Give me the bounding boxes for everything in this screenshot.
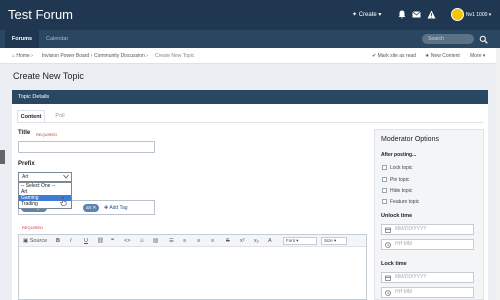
notifications-bell-icon[interactable] — [398, 10, 406, 19]
code-icon[interactable]: <> — [124, 238, 130, 244]
size-label: Size — [324, 238, 333, 243]
breadcrumb-current: Create New Topic — [155, 53, 195, 59]
search-input[interactable]: Search — [422, 34, 474, 44]
unlock-time-label: Unlock time — [381, 213, 413, 219]
pin-topic-label: Pin topic — [390, 177, 410, 183]
align-right-icon[interactable]: ≡ — [211, 238, 214, 244]
side-drawer-handle[interactable] — [0, 150, 5, 164]
create-label: Create — [358, 12, 377, 18]
calendar-icon — [385, 275, 391, 281]
breadcrumb-home-label: Home — [16, 53, 30, 59]
quote-icon[interactable]: ❝ — [111, 238, 114, 244]
lock-time-label: Lock time — [381, 261, 407, 267]
source-label: Source — [29, 238, 48, 244]
reports-warning-icon[interactable] — [427, 10, 436, 19]
create-button[interactable]: ✦ Create ▾ — [352, 11, 381, 18]
tab-divider — [17, 122, 483, 123]
breadcrumb-board-label: Invision Power Board — [42, 53, 90, 59]
clock-icon — [385, 290, 391, 296]
tag-art[interactable]: art ✕ — [83, 204, 100, 212]
page-title: Create New Topic — [13, 71, 84, 81]
source-button[interactable]: ▣ Source — [23, 238, 47, 244]
lock-topic-label: Lock topic — [390, 165, 413, 171]
title-input[interactable] — [18, 141, 155, 153]
feature-topic-checkbox[interactable] — [382, 199, 387, 204]
breadcrumb-home[interactable]: ⌂ Home › — [12, 53, 33, 59]
add-tag-label: Add Tag — [109, 205, 128, 211]
text-color-icon[interactable]: A — [268, 238, 272, 244]
hand-cursor-icon — [60, 197, 67, 206]
emoji-icon[interactable]: ☺ — [139, 238, 145, 244]
search-icon[interactable] — [479, 35, 488, 44]
more-label: More — [470, 53, 482, 59]
font-dropdown[interactable]: Font ▾ — [283, 237, 317, 245]
font-label: Font — [286, 238, 296, 243]
user-menu[interactable]: Nv1 1000 ▾ — [466, 12, 491, 18]
feature-topic-label: Feature topic — [390, 199, 420, 205]
size-dropdown[interactable]: Size ▾ — [321, 237, 347, 245]
site-title[interactable]: Test Forum — [8, 7, 73, 22]
title-label: Title — [18, 130, 31, 136]
nav-tab-forums[interactable]: Forums — [5, 30, 39, 48]
clock-icon — [385, 242, 391, 248]
editor-required: REQUIRED — [22, 225, 44, 230]
moderator-title: Moderator Options — [381, 136, 439, 143]
breadcrumb-community[interactable]: Community Discussion › — [94, 53, 148, 59]
underline-button[interactable]: U — [84, 238, 88, 244]
new-content-link[interactable]: ★ New Content — [425, 53, 460, 59]
lock-topic-checkbox[interactable] — [382, 165, 387, 170]
more-menu[interactable]: More ▾ — [470, 53, 485, 59]
lock-date-input[interactable]: MM/DD/YYYY — [381, 272, 474, 283]
calendar-icon — [385, 227, 391, 233]
tag-art-label: art — [86, 205, 92, 210]
subscript-icon[interactable]: x₂ — [254, 238, 259, 244]
user-avatar[interactable] — [451, 8, 464, 21]
bullet-list-icon[interactable]: ☰ — [169, 238, 174, 244]
section-header: Topic Details — [12, 90, 488, 104]
add-tag-button[interactable]: ✚ Add Tag — [104, 204, 128, 212]
top-header — [0, 0, 500, 30]
align-left-icon[interactable]: ≡ — [183, 238, 186, 244]
unlock-time-input[interactable]: HH:MM — [381, 239, 474, 250]
after-posting-label: After posting... — [381, 152, 417, 158]
align-center-icon[interactable]: ≡ — [197, 238, 200, 244]
unlock-date-input[interactable]: MM/DD/YYYY — [381, 224, 474, 235]
page-scrollbar[interactable] — [496, 48, 500, 300]
title-required: REQUIRED — [36, 131, 58, 137]
italic-button[interactable]: I — [70, 238, 72, 244]
chevron-down-icon — [63, 174, 69, 179]
mark-read-label: Mark site as read — [377, 53, 416, 59]
link-icon[interactable]: ⛓ — [97, 238, 104, 244]
new-content-label: New Content — [430, 53, 460, 59]
superscript-icon[interactable]: x² — [240, 238, 245, 244]
pin-topic-checkbox[interactable] — [382, 177, 387, 182]
user-name: Nv1 1000 — [466, 12, 488, 18]
lock-time-input[interactable]: HH:MM — [381, 287, 474, 298]
image-icon[interactable]: ▨ — [153, 238, 158, 244]
breadcrumb-community-label: Community Discussion — [94, 53, 145, 59]
hide-topic-label: Hide topic — [390, 188, 413, 194]
strikethrough-button[interactable]: S — [226, 238, 230, 244]
nav-tab-calendar[interactable]: Calendar — [46, 30, 68, 48]
hide-topic-checkbox[interactable] — [382, 188, 387, 193]
messages-mail-icon[interactable] — [412, 11, 421, 18]
mark-read-link[interactable]: ✔ Mark site as read — [372, 53, 416, 59]
breadcrumb-board[interactable]: Invision Power Board › — [42, 53, 92, 59]
prefix-label: Prefix — [18, 161, 35, 167]
bold-button[interactable]: B — [56, 238, 60, 244]
